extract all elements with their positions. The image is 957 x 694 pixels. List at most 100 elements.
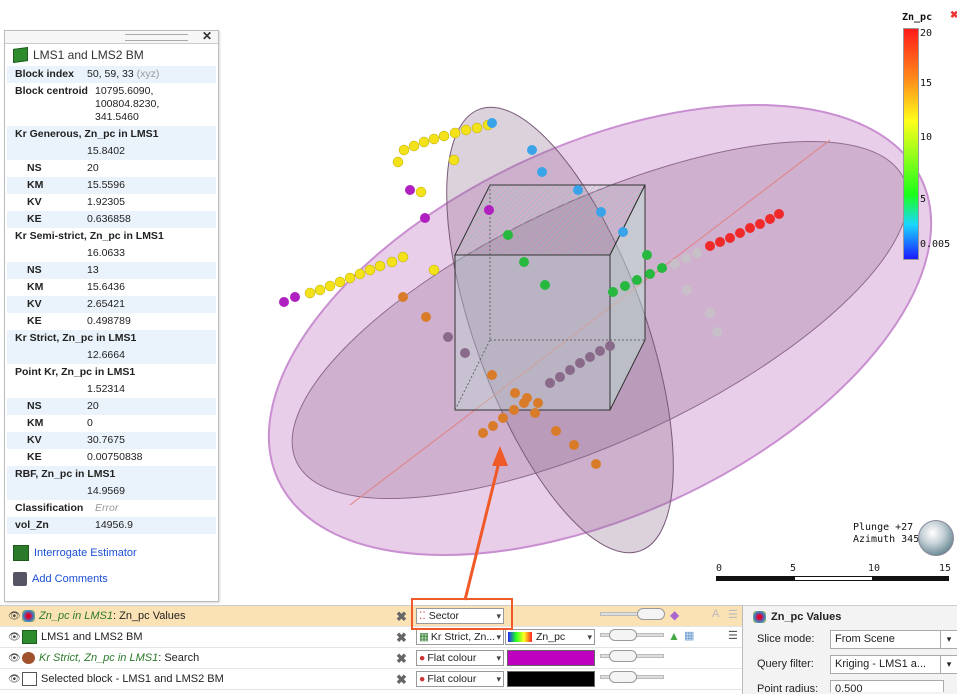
block-model-icon bbox=[22, 630, 37, 644]
filter-icon[interactable]: ▲ bbox=[668, 629, 680, 643]
legend-tick: 10 bbox=[920, 132, 933, 143]
values-icon bbox=[753, 611, 766, 623]
eye-icon[interactable]: 👁 bbox=[8, 611, 21, 622]
close-icon[interactable]: ✕ bbox=[202, 29, 212, 43]
values-icon bbox=[22, 610, 35, 622]
selected-block-front bbox=[454, 254, 611, 411]
slice-mode-row: Slice mode: From Scene ▾ bbox=[743, 628, 957, 653]
info-row: Classification Error bbox=[15, 502, 119, 514]
interrogate-estimator-link[interactable]: Interrogate Estimator bbox=[5, 542, 218, 564]
info-row-header: Kr Strict, Zn_pc in LMS1 bbox=[7, 330, 216, 347]
opacity-slider[interactable] bbox=[600, 629, 664, 641]
remove-icon[interactable]: ✖ bbox=[396, 609, 407, 625]
layer-row[interactable]: 👁 Kr Strict, Zn_pc in LMS1: Search ✖ ● Fl… bbox=[0, 648, 742, 669]
scene-layer-list: 👁 Zn_pc in LMS1: Zn_pc Values ✖ ⁚⁚ Sector… bbox=[0, 605, 742, 694]
remove-icon[interactable]: ✖ bbox=[396, 651, 407, 667]
point-radius-input[interactable]: 0.500 bbox=[830, 680, 944, 692]
legend-close-icon[interactable]: ✖ bbox=[950, 10, 957, 21]
plunge-readout: Plunge +27 bbox=[853, 522, 914, 533]
interrogation-rows: Block index 50, 59, 33 (xyz) Block centro… bbox=[5, 66, 218, 534]
legend-color-bar bbox=[903, 28, 919, 260]
annotation-highlight-box bbox=[411, 598, 513, 630]
info-row: NS 13 bbox=[7, 262, 216, 279]
interrogation-panel: ✕ LMS1 and LMS2 BM Block index 50, 59, 33… bbox=[4, 29, 219, 602]
colour-swatch[interactable] bbox=[507, 650, 595, 666]
opacity-slider[interactable] bbox=[600, 650, 664, 662]
info-row: KV 1.92305 bbox=[27, 196, 125, 208]
info-row: 16.0633 bbox=[87, 247, 125, 259]
query-filter-select[interactable]: Kriging - LMS1 a... bbox=[830, 655, 944, 674]
panel-drag-handle[interactable]: ✕ bbox=[5, 29, 218, 44]
colour-swatch[interactable] bbox=[507, 671, 595, 687]
layer-row[interactable]: 👁 LMS1 and LMS2 BM ✖ ▦ Kr Strict, Zn... ▾ … bbox=[0, 627, 742, 648]
list-icon[interactable]: ☰ bbox=[728, 629, 738, 642]
opacity-slider[interactable] bbox=[600, 608, 665, 620]
eye-icon[interactable]: 👁 bbox=[8, 653, 21, 664]
chevron-down-icon[interactable]: ▾ bbox=[940, 655, 957, 674]
3d-scene-view[interactable]: Zn_pc ✖ 20 15 10 5 0.005 Plunge +27 Azim… bbox=[0, 0, 957, 605]
info-row: KM 15.5596 bbox=[7, 177, 216, 194]
info-row: KE 0.00750838 bbox=[27, 451, 143, 463]
scale-tick: 5 bbox=[790, 563, 797, 574]
info-row-header: RBF, Zn_pc in LMS1 bbox=[7, 466, 216, 483]
info-row: vol_Zn 14956.9 bbox=[7, 517, 216, 534]
chevron-down-icon[interactable]: ▾ bbox=[940, 630, 957, 649]
text-icon[interactable]: A bbox=[712, 608, 719, 620]
info-row: 14.9569 bbox=[7, 483, 216, 500]
layer-row[interactable]: 👁 Selected block - LMS1 and LMS2 BM ✖ ● F… bbox=[0, 669, 742, 690]
selected-block-icon bbox=[22, 672, 37, 686]
info-row: NS 20 bbox=[7, 398, 216, 415]
block-model-icon bbox=[13, 46, 28, 64]
slice-mode-label: Slice mode: bbox=[757, 633, 815, 645]
point-radius-label: Point radius: bbox=[757, 683, 819, 692]
properties-panel: Zn_pc Values Slice mode: From Scene ▾ Qu… bbox=[742, 605, 957, 694]
info-row: Block index 50, 59, 33 (xyz) bbox=[7, 66, 216, 83]
opacity-slider[interactable] bbox=[600, 671, 664, 683]
info-row: Block centroid 10795.6090, 100804.8230, 34… bbox=[15, 85, 160, 123]
colouring-select[interactable]: ● Flat colour ▾ bbox=[416, 650, 504, 666]
info-row: NS 20 bbox=[27, 162, 99, 174]
query-filter-row: Query filter: Kriging - LMS1 a... ▾ bbox=[743, 653, 957, 678]
legend-tick: 15 bbox=[920, 78, 933, 89]
scale-tick: 0 bbox=[716, 563, 723, 574]
estimator-icon bbox=[13, 545, 29, 561]
colormap-select[interactable]: Zn_pc ▾ bbox=[505, 629, 595, 645]
properties-title: Zn_pc Values bbox=[771, 611, 842, 623]
legend-tick: 20 bbox=[920, 28, 933, 39]
point-radius-row: Point radius: 0.500 bbox=[743, 678, 957, 692]
info-row: KM 0 bbox=[27, 417, 93, 429]
colouring-select[interactable]: ● Flat colour ▾ bbox=[416, 671, 504, 687]
grid-icon[interactable]: ▦ bbox=[684, 629, 694, 642]
ellipsoid-icon bbox=[22, 652, 35, 664]
orientation-globe-icon[interactable] bbox=[918, 520, 954, 556]
info-row: KE 0.498789 bbox=[27, 315, 131, 327]
info-row: 1.52314 bbox=[87, 383, 125, 395]
info-row: KM 15.6436 bbox=[27, 281, 125, 293]
scale-tick: 15 bbox=[939, 563, 952, 574]
eye-icon[interactable]: 👁 bbox=[8, 674, 21, 685]
color-legend: Zn_pc ✖ 20 15 10 5 0.005 bbox=[898, 10, 957, 260]
info-row: 12.6664 bbox=[7, 347, 216, 364]
properties-icon[interactable]: ◆ bbox=[670, 608, 679, 622]
info-row: KV 30.7675 bbox=[7, 432, 216, 449]
info-row: KV 2.65421 bbox=[7, 296, 216, 313]
list-icon[interactable]: ☰ bbox=[728, 608, 738, 621]
slice-mode-select[interactable]: From Scene bbox=[830, 630, 944, 649]
remove-icon[interactable]: ✖ bbox=[396, 672, 407, 688]
panel-title: LMS1 and LMS2 BM bbox=[33, 48, 144, 62]
legend-title: Zn_pc bbox=[902, 12, 933, 23]
remove-icon[interactable]: ✖ bbox=[396, 630, 407, 646]
info-row-header: Point Kr, Zn_pc in LMS1 bbox=[15, 366, 136, 378]
colouring-select[interactable]: ▦ Kr Strict, Zn... ▾ bbox=[416, 629, 504, 645]
layer-row[interactable]: 👁 Zn_pc in LMS1: Zn_pc Values ✖ ⁚⁚ Sector… bbox=[0, 606, 742, 627]
eye-icon[interactable]: 👁 bbox=[8, 632, 21, 643]
query-filter-label: Query filter: bbox=[757, 658, 814, 670]
view-orientation-text: Plunge +27 Azimuth 345 bbox=[853, 522, 919, 546]
add-comments-link[interactable]: Add Comments bbox=[5, 568, 218, 590]
info-row-header: Kr Semi-strict, Zn_pc in LMS1 bbox=[15, 230, 164, 242]
info-row: 15.8402 bbox=[7, 143, 216, 160]
scale-bar: 0 5 10 15 bbox=[716, 563, 952, 588]
comment-icon bbox=[13, 572, 27, 586]
scale-tick: 10 bbox=[868, 563, 881, 574]
legend-tick: 5 bbox=[920, 194, 927, 205]
